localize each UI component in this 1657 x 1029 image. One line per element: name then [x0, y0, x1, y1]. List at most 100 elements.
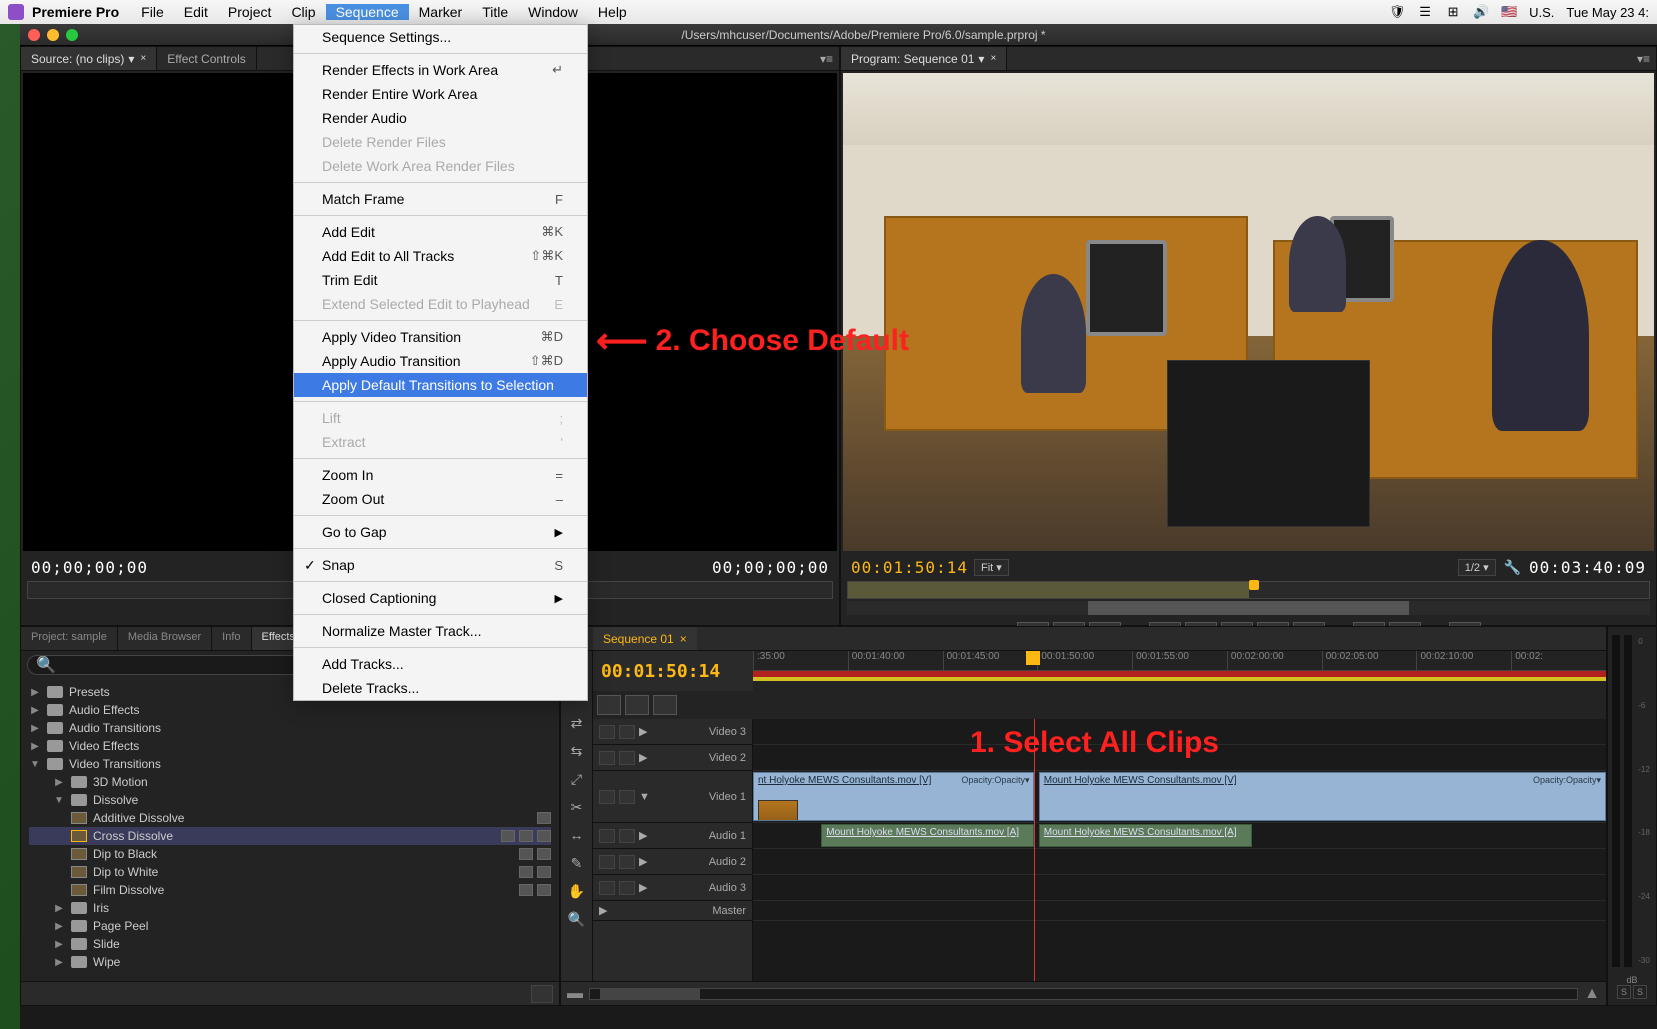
dd-closed-captioning[interactable]: Closed Captioning▶ — [294, 586, 587, 610]
tree-video-effects[interactable]: ▶Video Effects — [29, 737, 551, 755]
program-scrubber[interactable] — [847, 581, 1650, 599]
track-header-a3[interactable]: ▶Audio 3 — [593, 875, 752, 901]
rate-stretch-tool[interactable]: ⤢ — [567, 769, 587, 789]
dd-sequence-settings[interactable]: Sequence Settings... — [294, 25, 587, 49]
timeline-zoom-scrollbar[interactable] — [589, 988, 1578, 1000]
slip-tool[interactable]: ↔ — [567, 825, 587, 845]
menu-file[interactable]: File — [131, 4, 174, 20]
tree-3d-motion[interactable]: ▶3D Motion — [29, 773, 551, 791]
tree-video-transitions[interactable]: ▼Video Transitions — [29, 755, 551, 773]
clip-a1-b[interactable]: Mount Holyoke MEWS Consultants.mov [A] — [1039, 824, 1252, 847]
dd-render-entire-work-area[interactable]: Render Entire Work Area — [294, 82, 587, 106]
tree-cross-dissolve[interactable]: Cross Dissolve — [29, 827, 551, 845]
dd-snap[interactable]: ✓SnapS — [294, 553, 587, 577]
panel-menu-icon[interactable]: ▾≡ — [1631, 52, 1656, 66]
dd-apply-default-transitions[interactable]: Apply Default Transitions to Selection — [294, 373, 587, 397]
mcafee-icon[interactable]: 🛡 — [1389, 4, 1405, 20]
dd-apply-video-transition[interactable]: Apply Video Transition⌘D — [294, 325, 587, 349]
source-tab[interactable]: Source: (no clips)▾× — [21, 47, 157, 70]
menu-window[interactable]: Window — [518, 4, 588, 20]
timeline-track-content[interactable]: nt Holyoke MEWS Consultants.mov [V] Opac… — [753, 719, 1606, 981]
dd-normalize-master-track[interactable]: Normalize Master Track... — [294, 619, 587, 643]
tree-audio-transitions[interactable]: ▶Audio Transitions — [29, 719, 551, 737]
zoom-window-icon[interactable] — [66, 29, 78, 41]
speaker-icon[interactable] — [599, 829, 615, 843]
snap-button[interactable] — [597, 695, 621, 715]
flag-icon[interactable]: 🇺🇸 — [1501, 4, 1517, 20]
menu-title[interactable]: Title — [472, 4, 518, 20]
speaker-icon[interactable] — [599, 881, 615, 895]
zoom-out-icon[interactable]: ▬ — [567, 985, 583, 1003]
track-header-master[interactable]: ▶Master — [593, 901, 752, 921]
tree-audio-effects[interactable]: ▶Audio Effects — [29, 701, 551, 719]
dd-add-edit[interactable]: Add Edit⌘K — [294, 220, 587, 244]
track-header-v1[interactable]: ▼Video 1 — [593, 771, 752, 823]
dd-zoom-in[interactable]: Zoom In= — [294, 463, 587, 487]
dropdown-icon[interactable]: ▾ — [978, 52, 984, 66]
clip-v1-a[interactable]: nt Holyoke MEWS Consultants.mov [V] Opac… — [753, 772, 1034, 821]
dd-add-edit-all-tracks[interactable]: Add Edit to All Tracks⇧⌘K — [294, 244, 587, 268]
zoom-fit-select[interactable]: Fit ▾ — [974, 559, 1009, 576]
ripple-edit-tool[interactable]: ⇄ — [567, 713, 587, 733]
menu-edit[interactable]: Edit — [174, 4, 218, 20]
program-tab[interactable]: Program: Sequence 01▾× — [841, 47, 1007, 70]
tree-dissolve[interactable]: ▼Dissolve — [29, 791, 551, 809]
wrench-icon[interactable]: 🔧 — [1504, 559, 1521, 576]
eye-icon[interactable] — [599, 751, 615, 765]
source-tc-left[interactable]: 00;00;00;00 — [31, 558, 148, 577]
hand-tool[interactable]: ✋ — [567, 881, 587, 901]
program-scroll[interactable] — [847, 601, 1650, 615]
sequence-tab[interactable]: Sequence 01× — [593, 627, 697, 650]
resolution-select[interactable]: 1/2 ▾ — [1458, 559, 1496, 576]
playhead-marker-icon[interactable] — [1026, 651, 1040, 665]
program-tc-left[interactable]: 00:01:50:14 — [851, 558, 968, 577]
close-window-icon[interactable] — [28, 29, 40, 41]
tree-dip-to-black[interactable]: Dip to Black — [29, 845, 551, 863]
marker-button[interactable] — [653, 695, 677, 715]
volume-icon[interactable]: 🔊 — [1473, 4, 1489, 20]
tab-media-browser[interactable]: Media Browser — [118, 627, 212, 650]
dd-zoom-out[interactable]: Zoom Out– — [294, 487, 587, 511]
tree-film-dissolve[interactable]: Film Dissolve — [29, 881, 551, 899]
track-header-v3[interactable]: ▶Video 3 — [593, 719, 752, 745]
speaker-icon[interactable] — [599, 855, 615, 869]
dd-go-to-gap[interactable]: Go to Gap▶ — [294, 520, 587, 544]
dd-add-tracks[interactable]: Add Tracks... — [294, 652, 587, 676]
rolling-edit-tool[interactable]: ⇆ — [567, 741, 587, 761]
clock-label[interactable]: Tue May 23 4: — [1566, 5, 1649, 20]
zoom-tool[interactable]: 🔍 — [567, 909, 587, 929]
dd-apply-audio-transition[interactable]: Apply Audio Transition⇧⌘D — [294, 349, 587, 373]
tray-icon-2[interactable]: ☰ — [1417, 4, 1433, 20]
tree-slide[interactable]: ▶Slide — [29, 935, 551, 953]
menu-marker[interactable]: Marker — [409, 4, 473, 20]
tree-iris[interactable]: ▶Iris — [29, 899, 551, 917]
razor-tool[interactable]: ✂ — [567, 797, 587, 817]
minimize-window-icon[interactable] — [47, 29, 59, 41]
close-icon[interactable]: × — [680, 632, 687, 646]
dropdown-icon[interactable]: ▾ — [128, 52, 134, 66]
track-header-a2[interactable]: ▶Audio 2 — [593, 849, 752, 875]
timeline-ruler[interactable]: :35:00 00:01:40:00 00:01:45:00 00:01:50:… — [753, 651, 1606, 691]
solo-right-button[interactable]: S — [1633, 985, 1647, 999]
solo-left-button[interactable]: S — [1617, 985, 1631, 999]
close-icon[interactable]: × — [990, 53, 996, 64]
clip-a1-a[interactable]: Mount Holyoke MEWS Consultants.mov [A] — [821, 824, 1034, 847]
menu-clip[interactable]: Clip — [281, 4, 325, 20]
tree-page-peel[interactable]: ▶Page Peel — [29, 917, 551, 935]
eye-icon[interactable] — [599, 725, 615, 739]
tree-additive-dissolve[interactable]: Additive Dissolve — [29, 809, 551, 827]
zoom-in-icon[interactable]: ▲ — [1584, 985, 1600, 1003]
new-bin-button[interactable] — [531, 985, 553, 1003]
dd-render-effects-work-area[interactable]: Render Effects in Work Area↵ — [294, 58, 587, 82]
effect-controls-tab[interactable]: Effect Controls — [157, 47, 256, 70]
tray-icon-3[interactable]: ⊞ — [1445, 4, 1461, 20]
dd-render-audio[interactable]: Render Audio — [294, 106, 587, 130]
menu-help[interactable]: Help — [588, 4, 637, 20]
timeline-playhead[interactable] — [1034, 719, 1035, 981]
tab-info[interactable]: Info — [212, 627, 251, 650]
eye-icon[interactable] — [599, 790, 615, 804]
linked-selection-button[interactable] — [625, 695, 649, 715]
menu-project[interactable]: Project — [218, 4, 282, 20]
dd-delete-tracks[interactable]: Delete Tracks... — [294, 676, 587, 700]
track-header-v2[interactable]: ▶Video 2 — [593, 745, 752, 771]
